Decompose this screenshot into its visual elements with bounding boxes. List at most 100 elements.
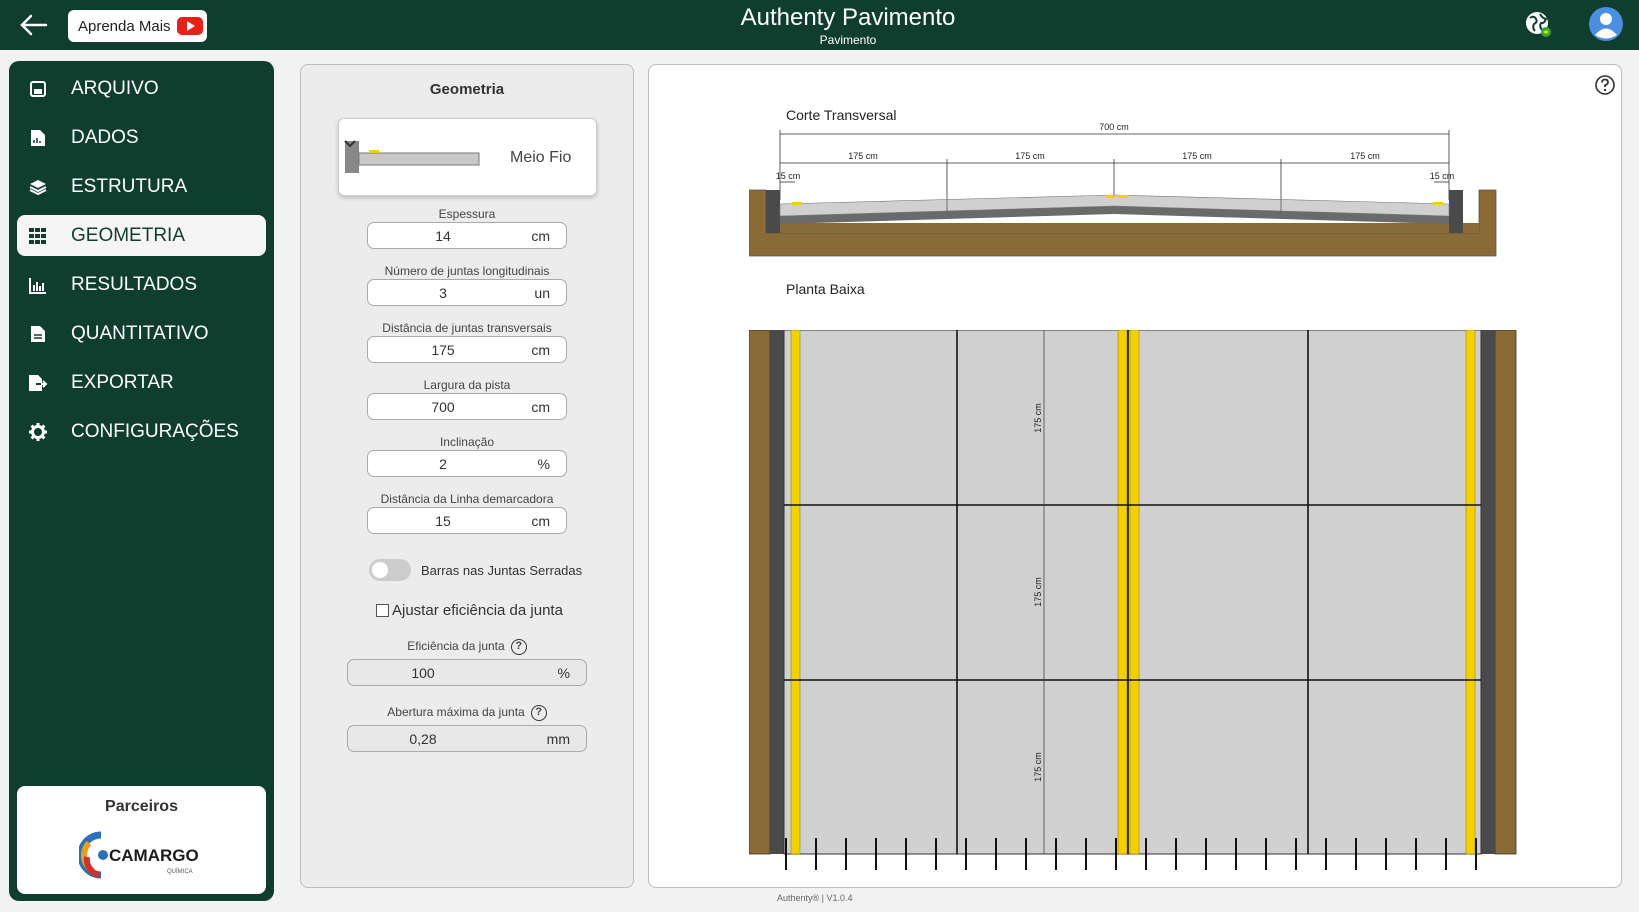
sidebar-item-label: EXPORTAR: [71, 371, 174, 393]
slab-length-label-1: 175 cm: [1033, 403, 1043, 433]
sidebar-item-geometria[interactable]: GEOMETRIA: [17, 215, 266, 256]
transverse-distance-unit: cm: [531, 342, 550, 358]
chevron-down-icon: [344, 140, 356, 148]
geometry-panel: Geometria Meio Fio Espessura 14 cm Númer…: [300, 64, 634, 888]
sidebar-item-dados[interactable]: DADOS: [17, 117, 266, 158]
partner-sub: QUÍMICA: [167, 868, 193, 875]
line-distance-label: Distância da Linha demarcadora: [380, 492, 554, 506]
file-chart-icon: [27, 127, 49, 149]
pavement-type-select[interactable]: Meio Fio: [338, 118, 597, 196]
efficiency-unit: %: [557, 665, 570, 681]
lane-width-label: Largura da pista: [423, 378, 511, 392]
user-avatar-button[interactable]: [1588, 6, 1624, 42]
cross-section-drawing: 700 cm 175 cm 175 cm 175 cm 175 cm 15 cm…: [749, 122, 1497, 257]
lane-label-3: 175 cm: [1182, 151, 1212, 161]
adjust-efficiency-checkbox[interactable]: [376, 604, 389, 617]
lane-width-value: 700: [431, 399, 455, 415]
edge-label-right: 15 cm: [1430, 171, 1455, 181]
language-button[interactable]: [1524, 10, 1552, 38]
curb-preview-icon: [345, 141, 480, 173]
thickness-field[interactable]: 14 cm: [367, 222, 567, 249]
version-footer: Authenty® | V1.0.4: [777, 893, 853, 903]
opening-label: Abertura máxima da junta: [387, 705, 525, 720]
edge-label-left: 15 cm: [776, 171, 801, 181]
plan-drawing: 175 cm 175 cm 175 cm: [749, 330, 1517, 870]
layers-icon: [27, 176, 49, 198]
app-title: Authenty Pavimento: [740, 4, 956, 31]
lane-label-4: 175 cm: [1350, 151, 1380, 161]
long-joints-value: 3: [439, 285, 447, 301]
sidebar-item-label: GEOMETRIA: [71, 224, 186, 246]
file-export-icon: [27, 372, 49, 394]
line-distance-value: 15: [435, 513, 451, 529]
gear-icon: [27, 421, 49, 443]
opening-field[interactable]: 0,28 mm: [347, 725, 587, 752]
sidebar-item-label: QUANTITATIVO: [71, 322, 209, 344]
help-icon[interactable]: ?: [530, 705, 547, 721]
bar-chart-icon: [27, 274, 49, 296]
slope-label: Inclinação: [439, 435, 495, 449]
opening-label-row: Abertura máxima da junta?: [301, 705, 633, 721]
geometry-title: Geometria: [429, 81, 505, 98]
lane-label-2: 175 cm: [1015, 151, 1045, 161]
sidebar-item-arquivo[interactable]: ARQUIVO: [17, 68, 266, 109]
long-joints-field[interactable]: 3 un: [367, 279, 567, 306]
long-joints-unit: un: [534, 285, 550, 301]
sidebar-item-label: RESULTADOS: [71, 273, 197, 295]
user-icon: [1589, 7, 1623, 41]
efficiency-label-row: Eficiência da junta?: [301, 639, 633, 655]
globe-icon: [1526, 12, 1551, 37]
save-icon: [27, 78, 49, 100]
file-icon: [27, 323, 49, 345]
sidebar-item-label: ESTRUTURA: [71, 175, 188, 197]
opening-value: 0,28: [409, 731, 437, 747]
app-header: Aprenda Mais Authenty Pavimento Paviment…: [0, 0, 1639, 50]
slab-length-label-2: 175 cm: [1033, 577, 1043, 607]
sidebar-item-label: CONFIGURAÇÕES: [71, 420, 239, 442]
sidebar-item-configuracoes[interactable]: CONFIGURAÇÕES: [17, 411, 266, 452]
sidebar-item-quantitativo[interactable]: QUANTITATIVO: [17, 313, 266, 354]
slope-unit: %: [537, 456, 550, 472]
sidebar: ARQUIVO DADOS ESTRUTURA GEOMETRIA RESULT…: [9, 61, 274, 901]
thickness-unit: cm: [531, 228, 550, 244]
lane-label-1: 175 cm: [848, 151, 878, 161]
partners-title: Parceiros: [105, 798, 178, 815]
efficiency-value: 100: [411, 665, 435, 681]
transverse-distance-label: Distância de juntas transversais: [382, 321, 552, 335]
grid-icon: [27, 225, 49, 247]
partners-card: Parceiros CAMARGO QUÍMICA: [17, 786, 266, 894]
help-icon[interactable]: ?: [510, 639, 527, 655]
thickness-label: Espessura: [438, 207, 496, 221]
adjust-efficiency-row: Ajustar eficiência da junta: [376, 602, 563, 619]
partner-name: CAMARGO: [109, 846, 199, 865]
slope-field[interactable]: 2 %: [367, 450, 567, 477]
dowel-bars-label: Barras nas Juntas Serradas: [421, 562, 583, 578]
sidebar-item-label: DADOS: [71, 126, 139, 148]
sidebar-item-estrutura[interactable]: ESTRUTURA: [17, 166, 266, 207]
total-width-label: 700 cm: [1099, 122, 1129, 132]
slope-value: 2: [439, 456, 447, 472]
line-distance-field[interactable]: 15 cm: [367, 507, 567, 534]
opening-unit: mm: [546, 731, 570, 747]
transverse-distance-value: 175: [431, 342, 455, 358]
thickness-value: 14: [435, 228, 451, 244]
drawing-panel: Corte Transversal Planta Baixa 700 cm 17…: [648, 64, 1622, 888]
sidebar-item-exportar[interactable]: EXPORTAR: [17, 362, 266, 403]
dowel-bars-row: Barras nas Juntas Serradas: [369, 559, 582, 581]
slab-length-label-3: 175 cm: [1033, 752, 1043, 782]
efficiency-label: Eficiência da junta: [407, 639, 505, 654]
adjust-efficiency-label: Ajustar eficiência da junta: [392, 602, 563, 619]
pavement-type-label: Meio Fio: [510, 149, 572, 166]
lane-width-field[interactable]: 700 cm: [367, 393, 567, 420]
app-subtitle: Pavimento: [819, 33, 877, 47]
line-distance-unit: cm: [531, 513, 550, 529]
efficiency-field[interactable]: 100 %: [347, 659, 587, 686]
long-joints-label: Número de juntas longitudinais: [384, 264, 550, 278]
lane-width-unit: cm: [531, 399, 550, 415]
transverse-distance-field[interactable]: 175 cm: [367, 336, 567, 363]
sidebar-item-resultados[interactable]: RESULTADOS: [17, 264, 266, 305]
camargo-logo[interactable]: CAMARGO QUÍMICA: [77, 831, 209, 881]
dowel-bars-toggle[interactable]: [369, 559, 411, 581]
sidebar-item-label: ARQUIVO: [71, 77, 159, 99]
help-icon[interactable]: [1594, 74, 1616, 96]
